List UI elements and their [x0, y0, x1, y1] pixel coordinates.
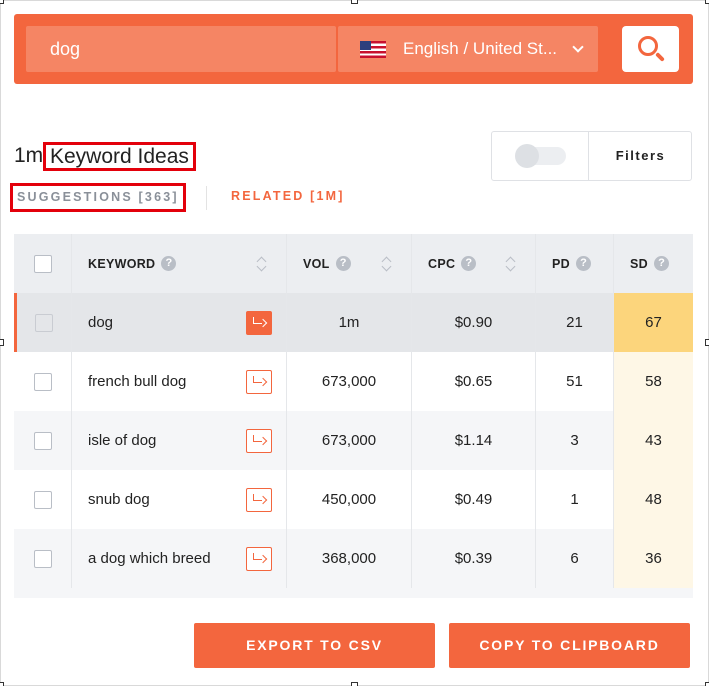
chevron-down-icon — [572, 41, 584, 53]
toggle-switch[interactable] — [515, 144, 566, 168]
export-csv-button[interactable]: EXPORT TO CSV — [194, 623, 435, 668]
us-flag-icon — [360, 41, 386, 58]
row-checkbox[interactable] — [33, 490, 52, 509]
volume-cell: 368,000 — [287, 529, 412, 588]
resize-handle-bottom-left[interactable] — [0, 682, 4, 686]
copy-clipboard-button[interactable]: COPY TO CLIPBOARD — [449, 623, 690, 668]
help-icon[interactable]: ? — [461, 256, 477, 271]
table-row[interactable]: a dog which breed 368,000 $0.39 6 36 — [14, 529, 693, 588]
keyword-text[interactable]: isle of dog — [88, 432, 246, 449]
resize-handle-middle-left[interactable] — [0, 339, 4, 346]
cpc-cell: $0.65 — [412, 352, 536, 411]
sort-icon[interactable] — [256, 256, 266, 272]
header-sd[interactable]: SD ? — [614, 234, 693, 293]
sd-cell: 58 — [614, 352, 693, 411]
table-row[interactable]: isle of dog 673,000 $1.14 3 43 — [14, 411, 693, 470]
sd-cell: 36 — [614, 529, 693, 588]
row-checkbox[interactable] — [33, 372, 52, 391]
cpc-cell: $1.14 — [412, 411, 536, 470]
resize-handle-middle-right[interactable] — [705, 339, 709, 346]
table-row[interactable]: dog 1m $0.90 21 67 — [14, 293, 693, 352]
header-keyword-label: KEYWORD — [88, 256, 156, 271]
toggle-knob — [515, 144, 539, 168]
open-keyword-icon[interactable] — [246, 428, 272, 453]
keyword-count: 1m — [14, 144, 44, 167]
cpc-cell: $0.90 — [412, 293, 536, 352]
tab-related[interactable]: RELATED [1M] — [231, 189, 345, 203]
pd-cell: 51 — [536, 352, 614, 411]
controls-box: Filters — [491, 131, 692, 181]
keyword-cell: isle of dog — [72, 411, 287, 470]
keyword-cell: french bull dog — [72, 352, 287, 411]
keyword-text[interactable]: snub dog — [88, 491, 246, 508]
header-sd-label: SD — [630, 256, 648, 271]
row-checkbox[interactable] — [33, 549, 52, 568]
open-keyword-icon[interactable] — [246, 546, 272, 571]
page-title: Keyword Ideas — [43, 142, 196, 171]
row-select-cell — [14, 470, 72, 529]
keyword-text[interactable]: dog — [88, 314, 246, 331]
row-select-cell — [14, 411, 72, 470]
row-select-cell — [14, 352, 72, 411]
row-checkbox[interactable] — [33, 431, 52, 450]
help-icon[interactable]: ? — [575, 256, 591, 271]
header-vol[interactable]: VOL ? — [287, 234, 412, 293]
pd-cell: 21 — [536, 293, 614, 352]
cpc-cell: $0.39 — [412, 529, 536, 588]
select-all-checkbox[interactable] — [33, 254, 52, 273]
header-keyword[interactable]: KEYWORD ? — [72, 234, 287, 293]
help-icon[interactable]: ? — [161, 256, 177, 271]
tab-suggestions[interactable]: SUGGESTIONS [363] — [10, 183, 186, 212]
open-keyword-icon[interactable] — [246, 310, 272, 335]
open-keyword-icon[interactable] — [246, 487, 272, 512]
search-input[interactable]: dog — [26, 26, 336, 72]
header-vol-label: VOL — [303, 256, 330, 271]
keyword-text[interactable]: french bull dog — [88, 373, 246, 390]
keyword-text[interactable]: a dog which breed — [88, 550, 246, 567]
cpc-cell: $0.49 — [412, 470, 536, 529]
row-select-cell — [14, 529, 72, 588]
table-overflow-strip — [14, 588, 693, 598]
sort-icon[interactable] — [381, 256, 391, 272]
filters-button[interactable]: Filters — [589, 132, 692, 180]
table-header: KEYWORD ? VOL ? CPC ? PD ? SD ? — [14, 234, 693, 293]
resize-handle-bottom-center[interactable] — [351, 682, 358, 686]
row-select-cell — [14, 293, 72, 352]
sd-cell: 48 — [614, 470, 693, 529]
sd-cell: 43 — [614, 411, 693, 470]
keyword-cell: snub dog — [72, 470, 287, 529]
help-icon[interactable]: ? — [653, 256, 669, 271]
search-bar: dog English / United St... — [14, 14, 693, 84]
pd-cell: 3 — [536, 411, 614, 470]
resize-handle-top-right[interactable] — [705, 0, 709, 4]
pd-cell: 6 — [536, 529, 614, 588]
tab-divider — [206, 186, 207, 210]
keyword-table: KEYWORD ? VOL ? CPC ? PD ? SD ? dog 1m $… — [14, 234, 693, 598]
pd-cell: 1 — [536, 470, 614, 529]
header-pd[interactable]: PD ? — [536, 234, 614, 293]
help-icon[interactable]: ? — [335, 256, 351, 271]
sort-icon[interactable] — [505, 256, 515, 272]
resize-handle-top-left[interactable] — [0, 0, 4, 4]
header-select-cell — [14, 234, 72, 293]
volume-cell: 450,000 — [287, 470, 412, 529]
header-cpc-label: CPC — [428, 256, 456, 271]
volume-cell: 1m — [287, 293, 412, 352]
resize-handle-top-center[interactable] — [351, 0, 358, 4]
language-select[interactable]: English / United St... — [338, 26, 598, 72]
header-cpc[interactable]: CPC ? — [412, 234, 536, 293]
table-row[interactable]: snub dog 450,000 $0.49 1 48 — [14, 470, 693, 529]
volume-cell: 673,000 — [287, 352, 412, 411]
sd-cell: 67 — [614, 293, 693, 352]
search-button[interactable] — [622, 26, 679, 72]
open-keyword-icon[interactable] — [246, 369, 272, 394]
resize-handle-bottom-right[interactable] — [705, 682, 709, 686]
language-label: English / United St... — [403, 39, 558, 58]
row-checkbox[interactable] — [35, 313, 53, 332]
header-pd-label: PD — [552, 256, 570, 271]
keyword-cell: a dog which breed — [72, 529, 287, 588]
volume-cell: 673,000 — [287, 411, 412, 470]
table-row[interactable]: french bull dog 673,000 $0.65 51 58 — [14, 352, 693, 411]
keyword-cell: dog — [72, 293, 287, 352]
